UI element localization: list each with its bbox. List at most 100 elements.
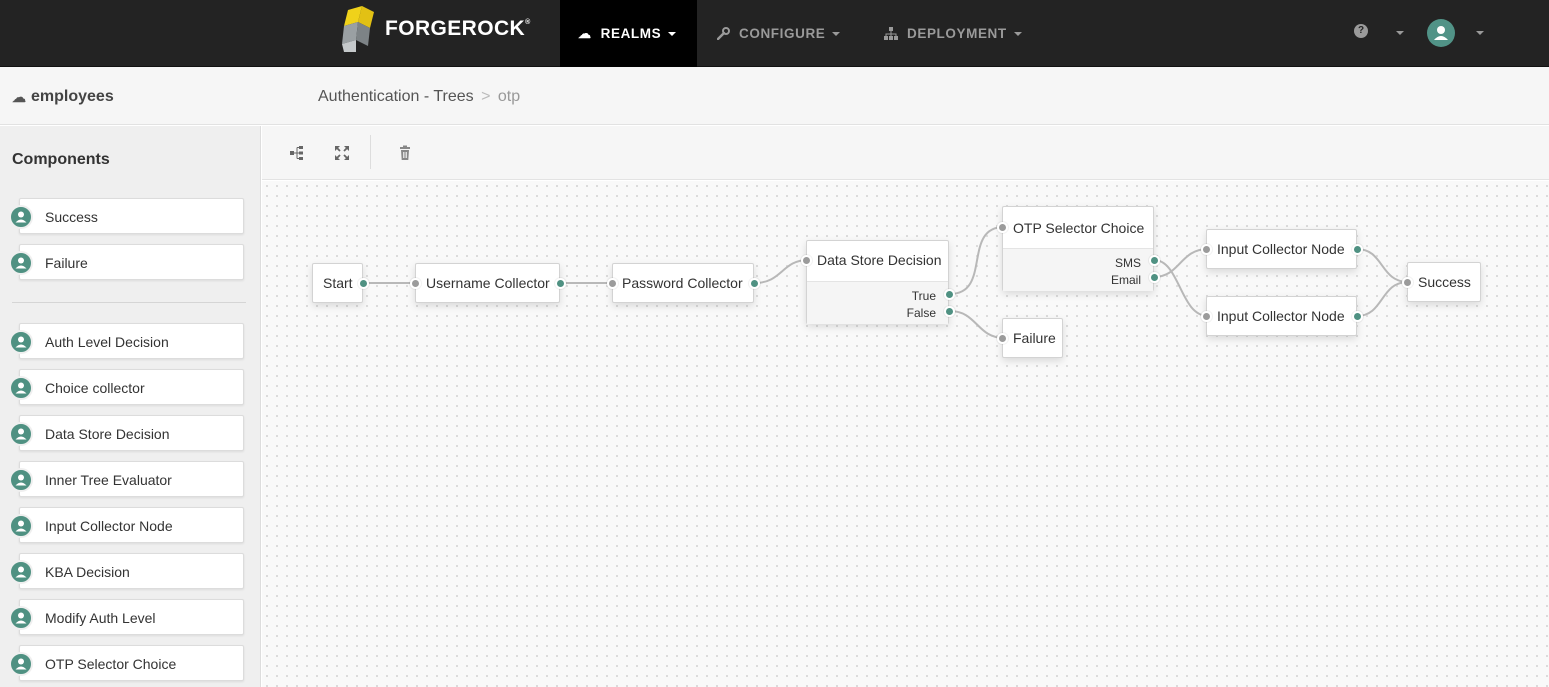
component-auth-level-decision[interactable]: Auth Level Decision: [9, 323, 244, 359]
realm-name[interactable]: ☁ employees: [12, 88, 114, 106]
user-icon: [9, 251, 33, 275]
component-choice-collector[interactable]: Choice collector: [9, 369, 244, 405]
expand-icon[interactable]: [334, 145, 350, 161]
user-icon: [9, 560, 33, 584]
wire-datastore-true-otp: [949, 226, 1005, 295]
node-input-port[interactable]: [607, 278, 618, 289]
component-data-store-decision[interactable]: Data Store Decision: [9, 415, 244, 451]
user-menu-chevron-icon[interactable]: [1476, 31, 1484, 35]
node-input-port[interactable]: [997, 222, 1008, 233]
node-output-port[interactable]: [555, 278, 566, 289]
component-kba-decision[interactable]: KBA Decision: [9, 553, 244, 589]
nav-realms[interactable]: ☁ REALMS: [560, 0, 697, 67]
realm-label: employees: [31, 88, 114, 105]
node-start-output-port[interactable]: [358, 278, 369, 289]
node-otp-selector-choice-title: OTP Selector Choice: [1013, 220, 1145, 236]
node-username-collector[interactable]: Username Collector: [410, 263, 566, 303]
outcome-true-label: True: [911, 289, 936, 303]
user-icon: [9, 652, 33, 676]
outcome-email-port[interactable]: [1149, 272, 1160, 283]
outcome-sms-port[interactable]: [1149, 255, 1160, 266]
outcome-false-label: False: [906, 306, 936, 320]
component-failure[interactable]: Failure: [9, 244, 244, 280]
node-input-collector-2-title: Input Collector Node: [1217, 308, 1345, 324]
help-menu-chevron-icon[interactable]: [1396, 31, 1404, 35]
nav-deployment-label: DEPLOYMENT: [907, 26, 1007, 41]
forgerock-logo-icon: [342, 6, 374, 52]
subheader: ☁ employees Authentication - Trees > otp: [0, 67, 1549, 125]
breadcrumb-current: otp: [497, 88, 521, 105]
node-password-collector[interactable]: Password Collector: [607, 263, 760, 303]
nav-configure-label: CONFIGURE: [739, 26, 826, 41]
node-failure[interactable]: Failure: [997, 318, 1063, 358]
user-icon: [9, 468, 33, 492]
trash-icon[interactable]: [397, 145, 413, 161]
component-label: KBA Decision: [45, 564, 130, 580]
component-label: Data Store Decision: [45, 426, 170, 442]
components-title: Components: [12, 151, 110, 168]
user-icon: [9, 422, 33, 446]
node-input-port[interactable]: [801, 255, 812, 266]
component-label: Auth Level Decision: [45, 334, 169, 350]
nav-configure[interactable]: CONFIGURE: [717, 0, 841, 67]
node-output-port[interactable]: [1352, 311, 1363, 322]
wrench-icon: [717, 27, 730, 40]
user-icon: [9, 330, 33, 354]
sidebar-divider: [12, 302, 246, 303]
node-password-collector-title: Password Collector: [622, 275, 743, 291]
node-input-port[interactable]: [1201, 244, 1212, 255]
component-success[interactable]: Success: [9, 198, 244, 234]
node-otp-selector-choice[interactable]: OTP Selector Choice SMS Email: [997, 206, 1160, 291]
node-input-port[interactable]: [410, 278, 421, 289]
brand-name: FORGEROCK®: [385, 17, 531, 40]
user-icon: [9, 205, 33, 229]
component-label: OTP Selector Choice: [45, 656, 177, 672]
node-success[interactable]: Success: [1402, 262, 1481, 302]
outcome-true-port[interactable]: [944, 289, 955, 300]
top-navbar: FORGEROCK® ☁ REALMS CONFIGURE DEPLOYMENT…: [0, 0, 1549, 67]
node-data-store-decision[interactable]: Data Store Decision True False: [801, 240, 955, 324]
cloud-icon: ☁: [12, 88, 26, 105]
component-label: Input Collector Node: [45, 518, 173, 534]
node-output-port[interactable]: [1352, 244, 1363, 255]
wire-datastore-false-failure: [949, 310, 1005, 339]
node-input-collector-1[interactable]: Input Collector Node: [1201, 229, 1363, 269]
node-start[interactable]: Start: [312, 263, 369, 303]
user-avatar[interactable]: [1427, 19, 1455, 47]
components-sidebar: Components Success Failure Auth Level De…: [0, 126, 261, 687]
component-label: Modify Auth Level: [45, 610, 156, 626]
component-inner-tree-evaluator[interactable]: Inner Tree Evaluator: [9, 461, 244, 497]
tree-canvas[interactable]: Start Username Collector Password Collec…: [262, 181, 1549, 687]
node-input-collector-2[interactable]: Input Collector Node: [1201, 296, 1363, 336]
chevron-down-icon: [1013, 31, 1022, 36]
outcome-sms-label: SMS: [1114, 256, 1141, 270]
node-input-port[interactable]: [997, 333, 1008, 344]
chevron-down-icon: [832, 31, 841, 36]
user-icon: [9, 606, 33, 630]
chevron-down-icon: [668, 31, 677, 36]
node-outcomes: True False: [807, 281, 948, 324]
node-input-port[interactable]: [1201, 311, 1212, 322]
component-otp-selector-choice[interactable]: OTP Selector Choice: [9, 645, 244, 681]
toolbar-divider: [370, 135, 371, 169]
question-circle-icon[interactable]: ?: [1354, 24, 1368, 38]
breadcrumb: Authentication - Trees > otp: [318, 88, 520, 106]
outcome-false-port[interactable]: [944, 306, 955, 317]
component-label: Inner Tree Evaluator: [45, 472, 172, 488]
nav-deployment[interactable]: DEPLOYMENT: [884, 0, 1022, 67]
node-output-port[interactable]: [749, 278, 760, 289]
component-modify-auth-level[interactable]: Modify Auth Level: [9, 599, 244, 635]
forgerock-logo[interactable]: FORGEROCK®: [340, 6, 531, 52]
component-input-collector-node[interactable]: Input Collector Node: [9, 507, 244, 543]
nav-realms-label: REALMS: [600, 26, 662, 41]
breadcrumb-parent[interactable]: Authentication - Trees: [318, 88, 474, 105]
sitemap-icon: [884, 27, 898, 40]
auto-layout-icon[interactable]: [290, 145, 306, 161]
wire-otp-email-input1: [1153, 248, 1209, 278]
node-input-port[interactable]: [1402, 277, 1413, 288]
user-icon: [9, 376, 33, 400]
node-failure-title: Failure: [1013, 330, 1056, 346]
component-label: Failure: [45, 255, 88, 271]
component-label: Success: [45, 209, 98, 225]
user-icon: [1434, 26, 1448, 40]
